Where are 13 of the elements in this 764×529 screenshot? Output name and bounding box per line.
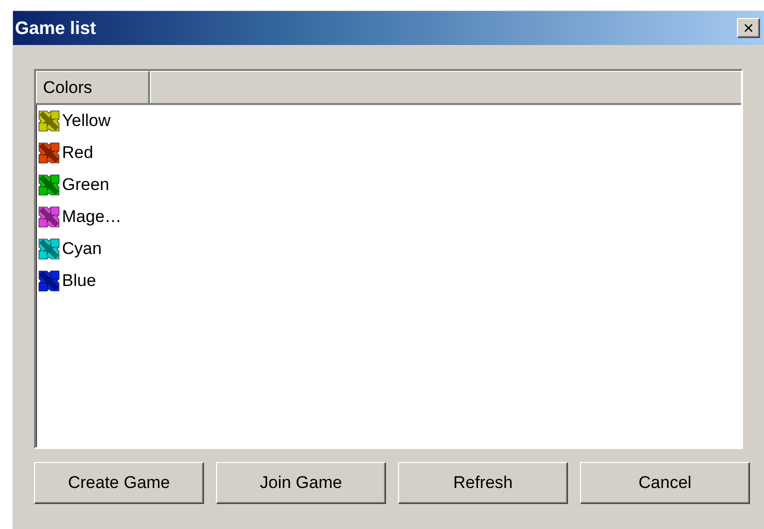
- dialog-button[interactable]: Cancel: [580, 462, 750, 504]
- close-button[interactable]: ×: [737, 18, 760, 38]
- list-item[interactable]: Cyan: [62, 239, 102, 259]
- list-item[interactable]: Yellow: [62, 111, 111, 131]
- window-title: Game list: [15, 18, 96, 38]
- list-item[interactable]: Green: [62, 175, 110, 195]
- dialog-button[interactable]: Join Game: [216, 462, 386, 504]
- dialog-button[interactable]: Create Game: [34, 462, 204, 504]
- list-item[interactable]: Red: [62, 143, 94, 163]
- list-item[interactable]: Mage…: [62, 207, 122, 227]
- list-item[interactable]: Blue: [62, 271, 96, 291]
- column-header[interactable]: Colors: [36, 71, 150, 103]
- dialog-button[interactable]: Refresh: [398, 462, 568, 504]
